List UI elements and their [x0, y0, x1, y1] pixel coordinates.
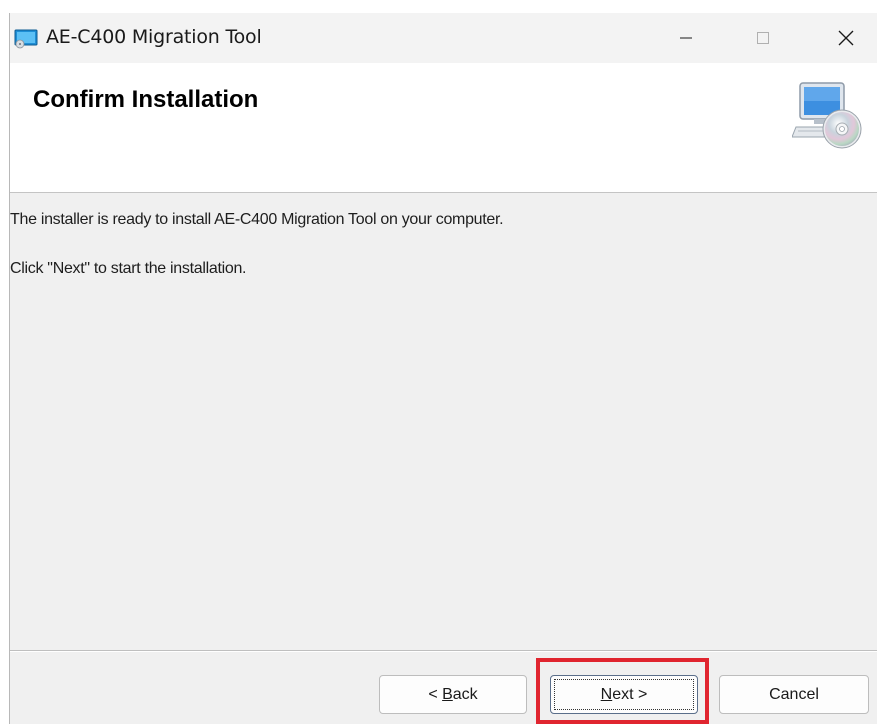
close-button[interactable] [815, 13, 877, 63]
close-icon [838, 30, 854, 46]
computer-cd-icon [792, 82, 862, 149]
instruction-message: Click "Next" to start the installation. [10, 260, 247, 277]
ready-message: The installer is ready to install AE-C40… [10, 211, 504, 228]
maximize-icon [757, 32, 769, 44]
title-bar[interactable]: AE-C400 Migration Tool [10, 13, 877, 63]
back-button-accel: B [442, 685, 453, 703]
minimize-icon [680, 37, 692, 39]
next-button[interactable]: Next > [550, 675, 698, 714]
page-title: Confirm Installation [33, 86, 259, 113]
cancel-button[interactable]: Cancel [719, 675, 869, 714]
back-button-label: ack [452, 685, 478, 703]
back-button[interactable]: < Back [379, 675, 527, 714]
installer-app-icon [14, 29, 38, 49]
footer-divider [10, 650, 877, 652]
focus-ring [554, 679, 694, 710]
maximize-button[interactable] [732, 13, 794, 63]
header-banner: Confirm Installation [10, 63, 877, 193]
installer-window: AE-C400 Migration Tool Confirm Installat… [9, 13, 877, 724]
back-button-prefix: < [428, 685, 443, 703]
minimize-button[interactable] [655, 13, 717, 63]
window-title: AE-C400 Migration Tool [46, 26, 262, 48]
